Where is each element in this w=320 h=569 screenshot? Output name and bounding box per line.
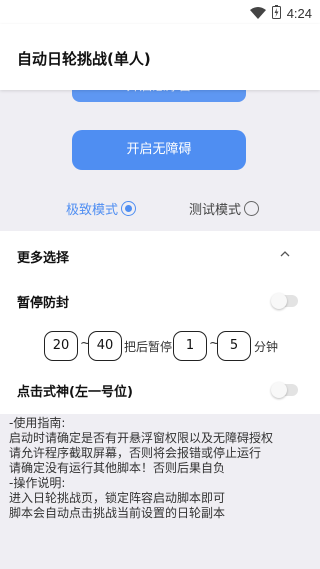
pause-protect-toggle[interactable] bbox=[271, 293, 298, 309]
status-time: 4:24 bbox=[286, 6, 312, 21]
status-bar: 4:24 bbox=[0, 0, 320, 24]
battery-charging-icon bbox=[271, 4, 281, 23]
wifi-icon bbox=[249, 4, 266, 23]
radio-unchecked-icon[interactable] bbox=[244, 201, 260, 216]
run-min-input[interactable]: 20 bbox=[44, 331, 78, 361]
app-bar: 自动日轮挑战(单人) bbox=[0, 24, 320, 90]
instruction-line: 进入日轮挑战页，锁定阵容启动脚本即可 bbox=[9, 491, 226, 505]
enable-accessibility-button[interactable]: 开启无障碍 bbox=[72, 130, 246, 170]
run-max-input[interactable]: 40 bbox=[88, 331, 122, 361]
pause-protect-label: 暂停防封 bbox=[17, 296, 70, 311]
toggle-knob bbox=[271, 382, 287, 398]
instruction-line: 请允许程序截取屏幕，否则将会报错或停止运行 bbox=[9, 446, 262, 460]
instruction-line: 启动时请确定是否有开悬浮窗权限以及无障碍授权 bbox=[9, 431, 274, 445]
radio-checked-icon[interactable] bbox=[121, 201, 137, 216]
mode-option-label: 极致模式 bbox=[66, 203, 119, 218]
click-shikigami-toggle[interactable] bbox=[271, 382, 298, 398]
instructions-text: -使用指南: 启动时请确定是否有开悬浮窗权限以及无障碍授权 请允许程序截取屏幕，… bbox=[9, 416, 315, 521]
click-shikigami-label: 点击式神(左一号位) bbox=[17, 385, 133, 400]
pause-after-text: 把后暂停 bbox=[124, 340, 173, 354]
toggle-knob bbox=[271, 293, 287, 309]
instruction-line: -操作说明: bbox=[9, 476, 66, 490]
instruction-line: 脚本会自动点击挑战当前设置的日轮副本 bbox=[9, 506, 226, 520]
pause-min-input[interactable]: 1 bbox=[173, 331, 207, 361]
chevron-up-icon[interactable] bbox=[280, 246, 290, 260]
instruction-line: -使用指南: bbox=[9, 416, 66, 430]
page-title: 自动日轮挑战(单人) bbox=[17, 50, 151, 68]
instruction-line: 请确定没有运行其他脚本！否则后果自负 bbox=[9, 461, 226, 475]
minutes-unit-text: 分钟 bbox=[254, 340, 279, 354]
mode-option-label: 测试模式 bbox=[189, 203, 242, 218]
mode-option-test[interactable]: 测试模式 bbox=[189, 199, 260, 218]
mode-option-extreme[interactable]: 极致模式 bbox=[66, 199, 137, 218]
section-title: 更多选择 bbox=[17, 251, 70, 266]
status-icons: 4:24 bbox=[249, 4, 312, 23]
pause-max-input[interactable]: 5 bbox=[217, 331, 251, 361]
